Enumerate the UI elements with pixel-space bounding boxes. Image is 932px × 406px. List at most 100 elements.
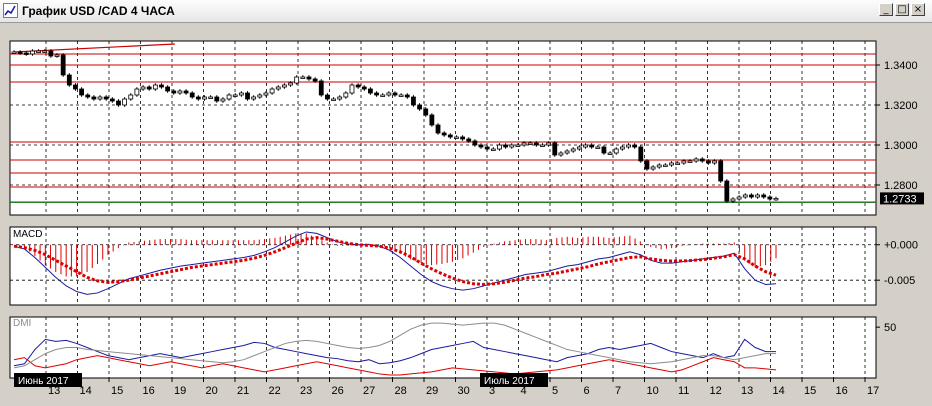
candle-body xyxy=(306,76,312,80)
candle-body xyxy=(116,100,121,106)
candle-body xyxy=(706,160,711,164)
candle-body xyxy=(509,144,515,148)
title-bar[interactable]: График USD /CAD 4 ЧАСА _ □ × xyxy=(0,0,932,23)
x-date-label: 6 xyxy=(584,385,590,397)
candle-body xyxy=(300,76,306,79)
candle-body xyxy=(589,144,595,148)
candle-body xyxy=(564,150,570,154)
candle-body xyxy=(441,132,447,136)
candle-body xyxy=(36,50,41,53)
x-date-label: 5 xyxy=(552,385,558,397)
candle-body xyxy=(361,86,367,90)
month-label: Июль 2017 xyxy=(484,376,535,387)
candle-body xyxy=(730,198,736,202)
candle-body xyxy=(380,94,386,97)
candle-body xyxy=(466,138,472,142)
candle-body xyxy=(411,96,416,106)
candle-body xyxy=(576,146,582,150)
candle-body xyxy=(540,144,545,147)
candle-body xyxy=(226,94,232,100)
x-date-label: 22 xyxy=(269,385,281,397)
candle-body xyxy=(650,166,656,170)
maximize-button[interactable]: □ xyxy=(895,3,909,16)
x-date-label: 11 xyxy=(678,385,689,397)
candle-body xyxy=(152,84,158,90)
candle-body xyxy=(736,196,742,200)
price-tick-label: 1.3200 xyxy=(884,100,918,112)
candle-body xyxy=(417,104,422,110)
macd-tick-label: -0.005 xyxy=(884,275,915,287)
candle-body xyxy=(343,92,349,98)
x-date-label: 16 xyxy=(143,385,155,397)
price-tick-label: 1.3000 xyxy=(884,140,918,152)
candle-body xyxy=(687,160,693,163)
candle-body xyxy=(171,90,177,94)
candle-body xyxy=(195,96,201,100)
candle-body xyxy=(368,88,373,94)
x-date-label: 13 xyxy=(741,385,753,397)
candle-body xyxy=(54,54,60,57)
candle-body xyxy=(165,86,171,92)
candle-body xyxy=(103,96,109,100)
candle-body xyxy=(177,90,183,94)
candle-body xyxy=(288,82,293,86)
candle-body xyxy=(669,162,674,166)
candle-body xyxy=(490,148,496,151)
x-date-label: 15 xyxy=(804,385,816,397)
candle-body xyxy=(398,94,404,97)
x-date-label: 28 xyxy=(395,385,407,397)
candle-body xyxy=(595,146,601,149)
candle-body xyxy=(699,158,705,162)
x-date-label: 20 xyxy=(206,385,218,397)
candle-body xyxy=(761,194,767,198)
candle-body xyxy=(712,160,717,164)
candle-body xyxy=(718,160,724,182)
candle-body xyxy=(558,152,564,156)
candle-body xyxy=(159,84,164,88)
candle-body xyxy=(355,84,361,88)
candle-body xyxy=(724,180,730,202)
candle-body xyxy=(30,50,35,55)
candle-body xyxy=(749,194,754,198)
x-date-label: 30 xyxy=(458,385,470,397)
candle-body xyxy=(275,86,281,90)
candle-body xyxy=(281,84,287,88)
candle-body xyxy=(23,52,29,55)
candle-body xyxy=(644,160,650,170)
candle-body xyxy=(251,96,257,100)
candle-body xyxy=(570,148,576,152)
candle-body xyxy=(392,92,398,96)
candle-body xyxy=(546,142,552,146)
candle-body xyxy=(91,96,97,100)
candle-body xyxy=(128,94,134,100)
candle-body xyxy=(583,144,588,148)
x-date-label: 7 xyxy=(615,385,621,397)
minimize-button[interactable]: _ xyxy=(879,3,893,16)
candle-body xyxy=(638,146,644,162)
candle-body xyxy=(693,158,699,162)
candle-body xyxy=(66,74,72,86)
candle-body xyxy=(109,98,115,102)
candle-body xyxy=(521,142,527,146)
candle-body xyxy=(626,144,631,148)
dmi-panel-title: DMI xyxy=(13,318,31,329)
macd-panel xyxy=(9,226,877,306)
candle-body xyxy=(435,124,441,134)
chart-area[interactable]: 1.3400 1.3200 1.3000 1.28001.2733 +0.000 -0.0… xyxy=(0,22,932,406)
candle-body xyxy=(460,136,465,140)
candle-body xyxy=(245,92,250,100)
candle-body xyxy=(220,98,226,102)
candle-body xyxy=(134,88,140,96)
candle-body xyxy=(17,51,23,54)
candle-body xyxy=(183,90,189,94)
x-date-label: 12 xyxy=(710,385,722,397)
x-date-label: 14 xyxy=(773,385,785,397)
candle-body xyxy=(140,86,146,90)
candle-body xyxy=(527,142,533,145)
window-title: График USD /CAD 4 ЧАСА xyxy=(22,4,175,18)
candle-body xyxy=(497,144,502,150)
macd-panel-title: MACD xyxy=(13,229,42,240)
candle-body xyxy=(478,144,484,148)
candle-body xyxy=(613,148,619,154)
close-button[interactable]: × xyxy=(911,3,925,16)
